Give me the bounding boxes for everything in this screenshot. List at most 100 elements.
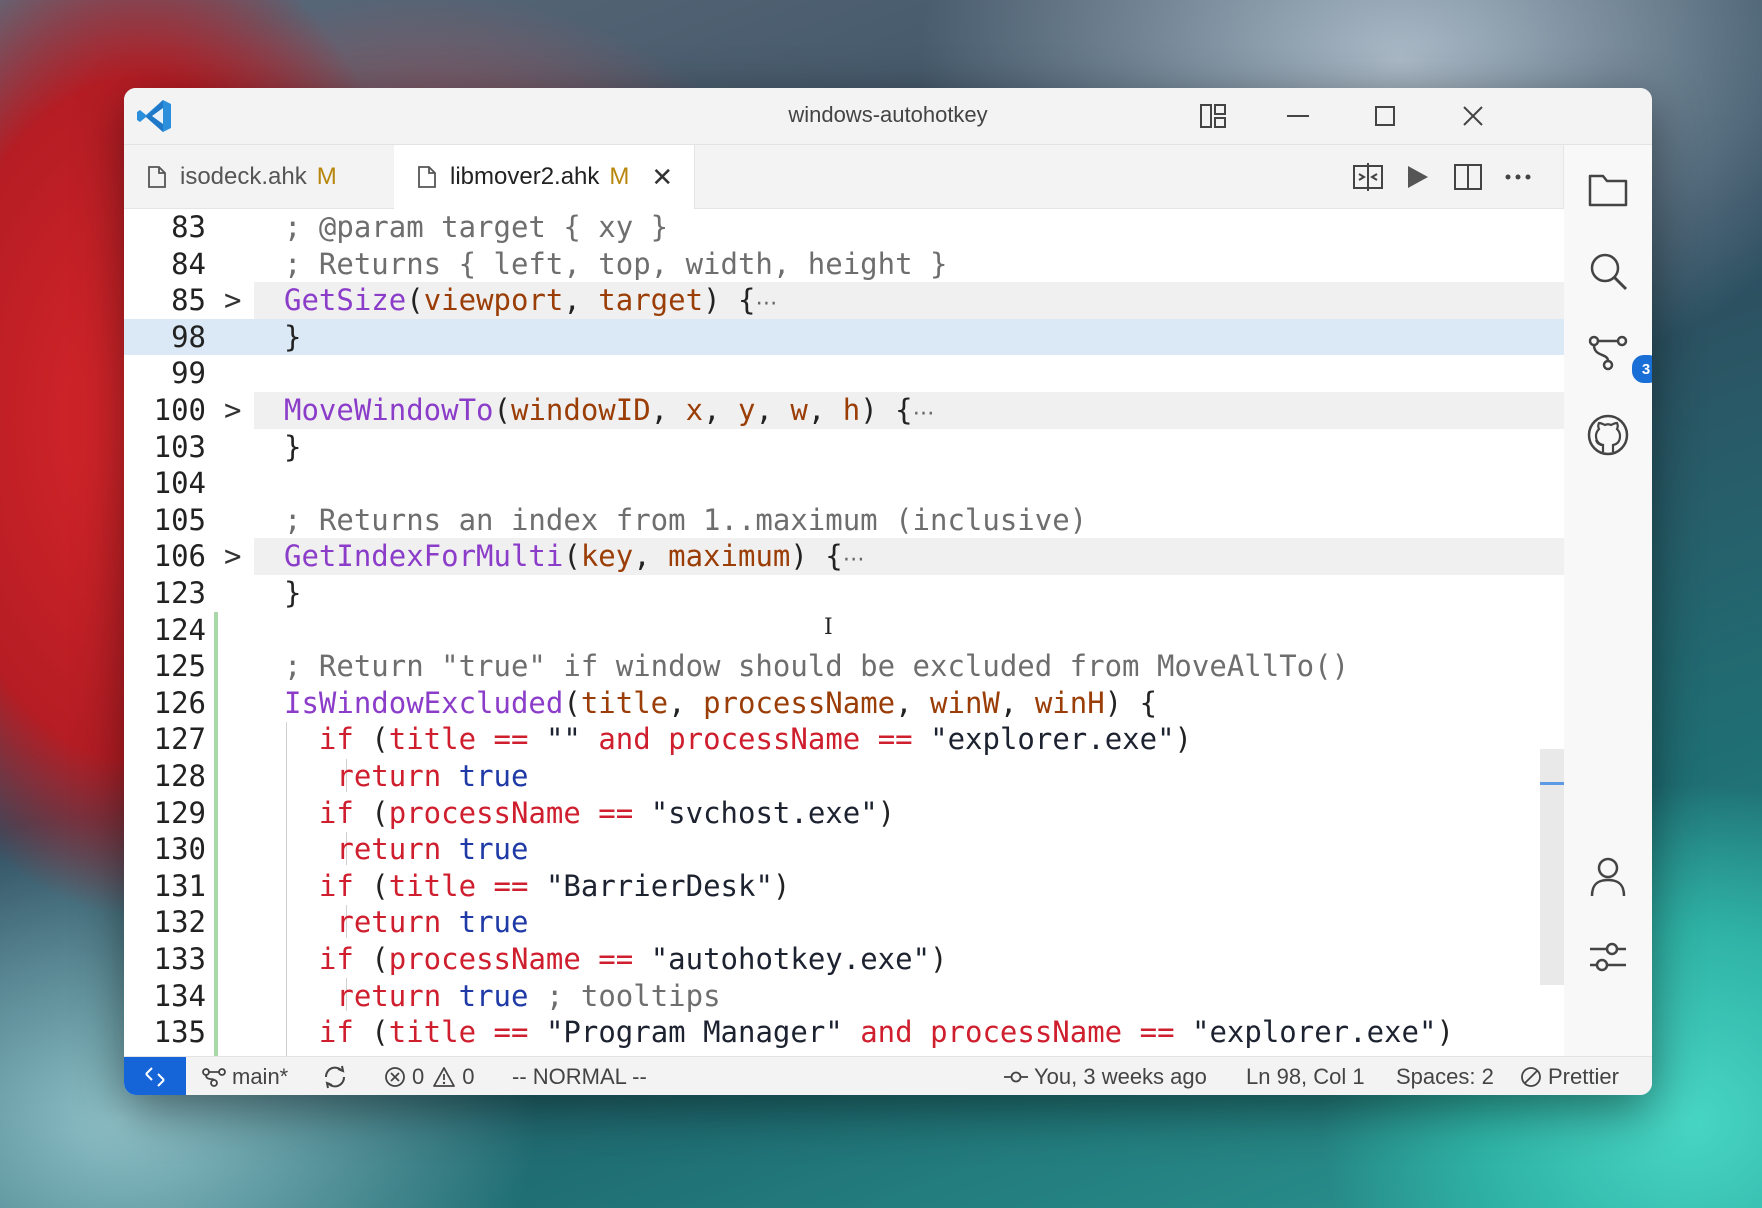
search-icon[interactable] [1586, 249, 1630, 293]
code-text: } [284, 576, 302, 610]
folded-ellipsis[interactable]: ⋯ [913, 401, 935, 426]
code-line-folded[interactable]: 100 > MoveWindowTo(windowID, x, y, w, h)… [124, 392, 1564, 429]
line-number: 100 [153, 393, 206, 427]
warning-icon [433, 1066, 456, 1087]
line-number: 123 [153, 576, 206, 610]
sync-button[interactable] [322, 1057, 354, 1095]
code-line[interactable]: 99 [124, 355, 1564, 392]
code-text: if (title == "BarrierDesk") [318, 868, 791, 903]
line-number: 124 [153, 612, 206, 647]
more-icon[interactable] [1498, 159, 1538, 195]
close-window-button[interactable] [1444, 92, 1502, 140]
code-line[interactable]: 132 return true [124, 904, 1564, 941]
modified-badge: M [609, 163, 630, 190]
code-line[interactable]: 124 [124, 612, 1564, 649]
branch-indicator[interactable]: main* [202, 1057, 288, 1095]
line-number: 133 [153, 942, 206, 976]
settings-icon[interactable] [1586, 935, 1630, 979]
line-number: 134 [153, 978, 206, 1013]
github-icon[interactable] [1586, 413, 1630, 457]
code-line[interactable]: 135 if (title == "Program Manager" and p… [124, 1014, 1564, 1051]
line-number: 105 [153, 502, 206, 537]
code-text: return true [336, 832, 529, 867]
line-number: 128 [153, 759, 206, 793]
source-control-badge: 3 [1630, 353, 1652, 385]
code-text: IsWindowExcluded(title, processName, win… [284, 685, 1158, 720]
close-tab-button[interactable]: ✕ [651, 162, 673, 193]
folded-ellipsis[interactable]: ⋯ [843, 547, 865, 572]
fold-chevron-icon[interactable]: > [224, 392, 244, 429]
code-text: if (processName == "svchost.exe") [318, 795, 896, 830]
remote-icon [145, 1066, 165, 1087]
line-number: 98 [171, 319, 206, 354]
line-number: 99 [171, 356, 206, 391]
commit-icon [1004, 1071, 1028, 1082]
code-text: MoveWindowTo(windowID, x, y, w, h) {⋯ [284, 393, 935, 427]
tab-isodeck[interactable]: isodeck.ahk M [124, 145, 395, 208]
code-line[interactable]: 84 ; Returns { left, top, width, height … [124, 246, 1564, 283]
problems-indicator[interactable]: 0 0 [384, 1057, 475, 1095]
source-control-button[interactable]: 3 [1586, 331, 1652, 385]
fold-chevron-icon[interactable]: > [224, 538, 244, 575]
code-text: GetIndexForMulti(key, maximum) {⋯ [284, 539, 865, 574]
error-icon [385, 1066, 405, 1087]
cursor-position[interactable]: Ln 98, Col 1 [1246, 1057, 1365, 1095]
minimize-button[interactable] [1269, 92, 1327, 140]
code-line[interactable]: 104 [124, 465, 1564, 502]
line-number: 83 [171, 210, 206, 244]
code-line[interactable]: 127 if (title == "" and processName == "… [124, 721, 1564, 758]
source-control-icon [1588, 335, 1628, 371]
code-line[interactable]: 133 if (processName == "autohotkey.exe") [124, 941, 1564, 978]
line-number: 104 [153, 466, 206, 501]
code-line-folded[interactable]: 106 > GetIndexForMulti(key, maximum) {⋯ [124, 538, 1564, 575]
formatter-name: Prettier [1548, 1063, 1619, 1089]
error-count: 0 [412, 1063, 425, 1089]
compare-icon[interactable] [1348, 159, 1388, 195]
code-text: ; Return "true" if window should be excl… [284, 649, 1350, 684]
code-line[interactable]: 130 return true [124, 831, 1564, 868]
tab-libmover2[interactable]: libmover2.ahk M ✕ [394, 145, 695, 209]
remote-button[interactable] [124, 1057, 186, 1095]
account-icon[interactable] [1586, 854, 1630, 898]
line-number: 125 [153, 649, 206, 684]
disabled-icon [1521, 1066, 1541, 1087]
warning-count: 0 [462, 1063, 475, 1089]
tab-bar: isodeck.ahk M libmover2.ahk M ✕ [124, 145, 1564, 209]
code-line[interactable]: 83 ; @param target { xy } [124, 209, 1564, 246]
code-line-folded[interactable]: 85 > GetSize(viewport, target) {⋯ [124, 282, 1564, 319]
code-line[interactable]: 128 return true [124, 758, 1564, 795]
explorer-icon[interactable] [1586, 167, 1630, 211]
code-editor[interactable]: 83 ; @param target { xy } 84 ; Returns {… [124, 209, 1564, 1056]
indentation[interactable]: Spaces: 2 [1396, 1057, 1494, 1095]
layout-icon[interactable] [1184, 92, 1242, 140]
status-bar: main* 0 0 -- NORMAL -- You, 3 weeks ago … [124, 1056, 1652, 1095]
title-bar: windows-autohotkey [124, 88, 1652, 145]
run-icon[interactable] [1398, 159, 1438, 195]
maximize-button[interactable] [1356, 92, 1414, 140]
file-icon [148, 165, 166, 188]
activity-bar: 3 [1563, 145, 1652, 1056]
text-cursor-icon: I [824, 615, 833, 640]
folded-ellipsis[interactable]: ⋯ [755, 291, 777, 316]
blame-text: You, 3 weeks ago [1034, 1063, 1207, 1089]
tab-label: isodeck.ahk [180, 162, 307, 190]
fold-chevron-icon[interactable]: > [224, 282, 244, 319]
code-line[interactable]: 134 return true ; tooltips [124, 978, 1564, 1015]
code-line[interactable]: 125 ; Return "true" if window should be … [124, 648, 1564, 685]
code-line[interactable]: 131 if (title == "BarrierDesk") [124, 868, 1564, 905]
code-line[interactable]: 103 } [124, 429, 1564, 466]
code-text: } [284, 319, 302, 354]
modified-badge: M [316, 162, 337, 190]
formatter-indicator[interactable]: Prettier [1520, 1057, 1619, 1095]
code-line[interactable]: 105 ; Returns an index from 1..maximum (… [124, 502, 1564, 539]
split-editor-icon[interactable] [1448, 159, 1488, 195]
code-line[interactable]: 123 } [124, 575, 1564, 612]
code-text: if (processName == "autohotkey.exe") [318, 942, 948, 976]
code-line-current[interactable]: 98 } [124, 318, 1564, 356]
branch-icon [202, 1067, 226, 1087]
git-blame[interactable]: You, 3 weeks ago [1004, 1057, 1207, 1095]
line-number: 129 [153, 795, 206, 830]
branch-name: main* [232, 1063, 289, 1089]
code-line[interactable]: 129 if (processName == "svchost.exe") [124, 795, 1564, 832]
code-line[interactable]: 126 IsWindowExcluded(title, processName,… [124, 685, 1564, 722]
